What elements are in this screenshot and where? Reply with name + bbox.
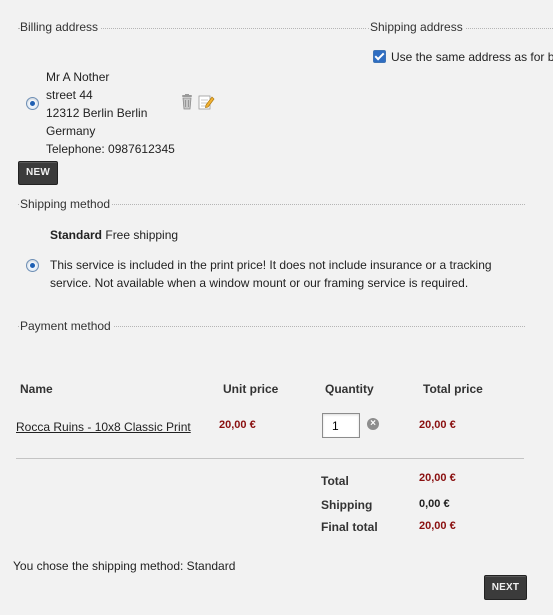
same-address-checkbox[interactable]	[373, 50, 386, 63]
remove-item-icon[interactable]: ×	[367, 418, 379, 430]
address-line-name: Mr A Nother	[46, 70, 110, 84]
shipping-method-radio[interactable]	[26, 259, 39, 272]
cart-item-unit-price: 20,00 €	[219, 419, 256, 431]
shipping-method-suffix: Free shipping	[105, 228, 179, 242]
shipping-method-name-row: Standard Free shipping	[50, 228, 178, 242]
next-button[interactable]: NEXT	[484, 575, 527, 600]
final-total-label: Final total	[321, 520, 378, 534]
shipping-method-title: Shipping method	[20, 197, 113, 211]
chosen-shipping-text: You chose the shipping method: Standard	[13, 559, 236, 573]
shipping-address-title: Shipping address	[370, 20, 465, 34]
trash-icon[interactable]	[181, 94, 193, 110]
billing-address-radio[interactable]	[26, 97, 39, 110]
total-value: 20,00 €	[419, 472, 456, 484]
same-address-label: Use the same address as for b	[391, 50, 553, 64]
billing-title: Billing address	[20, 20, 101, 34]
edit-icon[interactable]	[198, 94, 215, 110]
col-header-total-price: Total price	[423, 382, 483, 396]
shipping-method-name: Standard	[50, 228, 103, 242]
shipping-method-description-2: service. Not available when a window mou…	[50, 276, 469, 290]
shipping-method-description-1: This service is included in the print pr…	[50, 258, 492, 272]
cart-item-total-price: 20,00 €	[419, 419, 456, 431]
col-header-name: Name	[20, 382, 53, 396]
shipping-cost-value: 0,00 €	[419, 498, 450, 510]
shipping-cost-label: Shipping	[321, 498, 373, 512]
address-line-street: street 44	[46, 88, 93, 102]
new-address-button[interactable]: NEW	[18, 161, 58, 185]
col-header-quantity: Quantity	[325, 382, 374, 396]
cart-item-name-link[interactable]: Rocca Ruins - 10x8 Classic Print	[16, 420, 191, 434]
payment-method-title: Payment method	[20, 319, 113, 333]
final-total-value: 20,00 €	[419, 520, 456, 532]
total-label: Total	[321, 474, 349, 488]
address-line-city: 12312 Berlin Berlin	[46, 106, 148, 120]
quantity-input[interactable]	[322, 413, 360, 438]
address-line-country: Germany	[46, 124, 96, 138]
col-header-unit-price: Unit price	[223, 382, 279, 396]
address-line-phone: Telephone: 0987612345	[46, 142, 175, 156]
cart-divider	[16, 458, 524, 459]
